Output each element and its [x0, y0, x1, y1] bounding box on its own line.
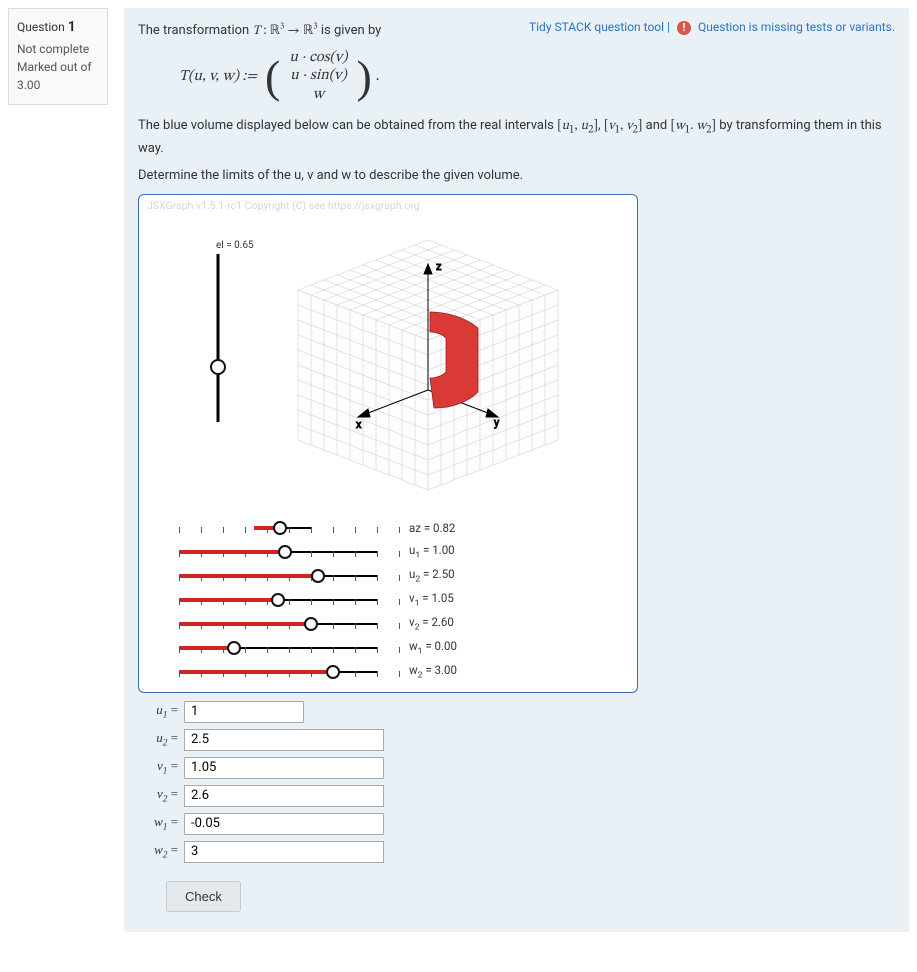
- prompt-para3: Determine the limits of the u, v and w t…: [138, 166, 895, 186]
- svg-text:y: y: [494, 416, 500, 429]
- tidy-link[interactable]: Tidy STACK question tool: [529, 20, 664, 34]
- slider-v1[interactable]: v1 = 1.05: [179, 588, 627, 612]
- slider-u1[interactable]: u1 = 1.00: [179, 540, 627, 564]
- elevation-value: el = 0.65: [216, 240, 254, 251]
- question-status: Not complete: [17, 40, 99, 58]
- slider-handle-w1[interactable]: [227, 641, 241, 655]
- slider-handle-az[interactable]: [273, 521, 287, 535]
- input-row-v1: v1 =: [138, 757, 895, 779]
- slider-v2[interactable]: v2 = 2.60: [179, 612, 627, 636]
- input-row-w1: w1 =: [138, 813, 895, 835]
- question-info-panel: Question 1 Not complete Marked out of 3.…: [8, 8, 108, 105]
- svg-text:z: z: [436, 260, 442, 273]
- jsxgraph-plot[interactable]: JSXGraph v1.5.1-rc1 Copyright (C) see ht…: [138, 194, 638, 693]
- elevation-handle[interactable]: [211, 360, 225, 374]
- missing-tests-link[interactable]: Question is missing tests or variants.: [698, 20, 895, 34]
- input-w1[interactable]: [184, 813, 384, 835]
- slider-handle-u1[interactable]: [278, 545, 292, 559]
- slider-az[interactable]: az = 0.82: [179, 516, 627, 540]
- slider-label-u1: u1 = 1.00: [409, 543, 455, 560]
- slider-handle-w2[interactable]: [326, 665, 340, 679]
- warning-icon: !: [677, 21, 691, 35]
- plot-3d-svg[interactable]: el = 0.65: [158, 212, 618, 512]
- input-label-v1: v1 =: [138, 758, 178, 777]
- input-u1[interactable]: [184, 701, 304, 723]
- input-label-w1: w1 =: [138, 814, 178, 833]
- input-row-v2: v2 =: [138, 785, 895, 807]
- input-w2[interactable]: [184, 841, 384, 863]
- tool-links: Tidy STACK question tool | ! Question is…: [529, 20, 895, 35]
- input-row-w2: w2 =: [138, 841, 895, 863]
- check-button[interactable]: Check: [166, 881, 241, 912]
- slider-label-v2: v2 = 2.60: [409, 615, 454, 632]
- slider-label-u2: u2 = 2.50: [409, 567, 455, 584]
- input-label-w2: w2 =: [138, 842, 178, 861]
- input-label-u1: u1 =: [138, 702, 178, 721]
- slider-label-az: az = 0.82: [409, 521, 455, 535]
- answer-inputs: u1 = u2 = v1 = v2 = w1 = w2 =: [138, 701, 895, 863]
- slider-w1[interactable]: w1 = 0.00: [179, 636, 627, 660]
- input-row-u2: u2 =: [138, 729, 895, 751]
- slider-label-w1: w1 = 0.00: [409, 639, 457, 656]
- question-content: The transformation T : ℝ3 → ℝ3 is given …: [124, 8, 909, 932]
- slider-u2[interactable]: u2 = 2.50: [179, 564, 627, 588]
- input-v1[interactable]: [184, 757, 384, 779]
- input-u2[interactable]: [184, 729, 384, 751]
- input-v2[interactable]: [184, 785, 384, 807]
- question-number: 1: [68, 19, 76, 35]
- input-row-u1: u1 =: [138, 701, 895, 723]
- slider-panel: az = 0.82 u1 = 1.00 u2 = 2.50 v1 = 1.05 v2 =…: [139, 512, 637, 684]
- slider-handle-u2[interactable]: [311, 569, 325, 583]
- slider-label-w2: w2 = 3.00: [409, 663, 457, 680]
- prompt-intro: The transformation T : ℝ3 → ℝ3 is given …: [138, 20, 517, 42]
- question-marks: 3.00: [17, 76, 99, 94]
- elevation-slider[interactable]: el = 0.65: [211, 240, 254, 422]
- question-marked: Marked out of: [17, 58, 99, 76]
- prompt-para2: The blue volume displayed below can be o…: [138, 116, 895, 158]
- formula: T(u, v, w) := ( u · cos(v) u · sin(v) w …: [178, 48, 895, 106]
- input-label-u2: u2 =: [138, 730, 178, 749]
- jsxgraph-copyright: JSXGraph v1.5.1-rc1 Copyright (C) see ht…: [139, 195, 637, 212]
- slider-handle-v1[interactable]: [271, 593, 285, 607]
- svg-text:x: x: [356, 418, 362, 431]
- slider-w2[interactable]: w2 = 3.00: [179, 660, 627, 684]
- input-label-v2: v2 =: [138, 786, 178, 805]
- slider-handle-v2[interactable]: [304, 617, 318, 631]
- question-label: Question 1: [17, 17, 99, 38]
- slider-label-v1: v1 = 1.05: [409, 591, 454, 608]
